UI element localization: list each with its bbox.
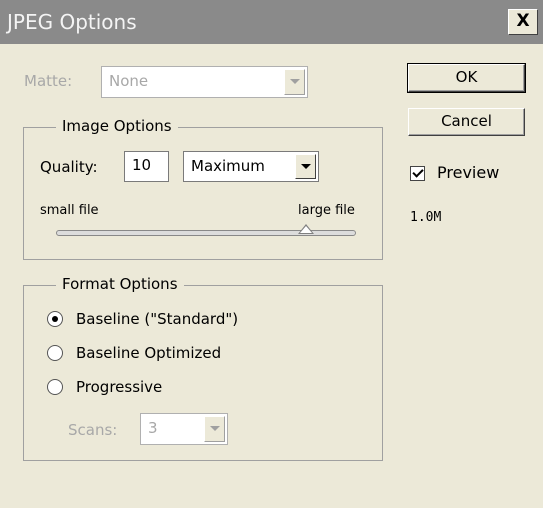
- quality-input[interactable]: 10: [124, 151, 169, 182]
- radio-baseline-standard[interactable]: [47, 311, 63, 327]
- quality-preset-select[interactable]: Maximum: [183, 151, 319, 182]
- quality-value: 10: [132, 156, 152, 174]
- quality-slider-thumb[interactable]: [297, 224, 314, 234]
- quality-label: Quality:: [40, 158, 98, 176]
- matte-label: Matte:: [24, 72, 73, 90]
- slider-left-label: small file: [40, 203, 99, 218]
- format-options-legend: Format Options: [56, 274, 184, 294]
- matte-value: None: [109, 72, 149, 90]
- close-button[interactable]: X: [508, 9, 538, 35]
- radio-baseline-optimized[interactable]: [47, 345, 63, 361]
- chevron-down-icon[interactable]: [295, 154, 316, 179]
- quality-preset-value: Maximum: [191, 157, 265, 175]
- chevron-down-icon: [204, 416, 225, 442]
- radio-label: Baseline ("Standard"): [76, 310, 239, 328]
- preview-label: Preview: [437, 163, 500, 182]
- radio-label: Progressive: [76, 378, 163, 396]
- file-size-readout: 1.0M: [410, 210, 442, 225]
- ok-button[interactable]: OK: [407, 63, 526, 93]
- preview-checkbox[interactable]: [410, 166, 425, 181]
- radio-progressive[interactable]: [47, 379, 63, 395]
- radio-label: Baseline Optimized: [76, 344, 222, 362]
- cancel-button[interactable]: Cancel: [408, 108, 525, 136]
- matte-select[interactable]: None: [101, 66, 308, 98]
- image-options-group: [23, 127, 383, 260]
- scans-value: 3: [148, 419, 158, 437]
- chevron-down-icon: [284, 69, 305, 95]
- close-icon: X: [516, 11, 530, 31]
- dialog-title: JPEG Options: [7, 10, 137, 34]
- scans-select[interactable]: 3: [140, 413, 228, 445]
- slider-right-label: large file: [298, 203, 355, 218]
- image-options-legend: Image Options: [56, 116, 178, 136]
- title-bar: JPEG Options X: [0, 0, 543, 44]
- scans-label: Scans:: [68, 421, 118, 439]
